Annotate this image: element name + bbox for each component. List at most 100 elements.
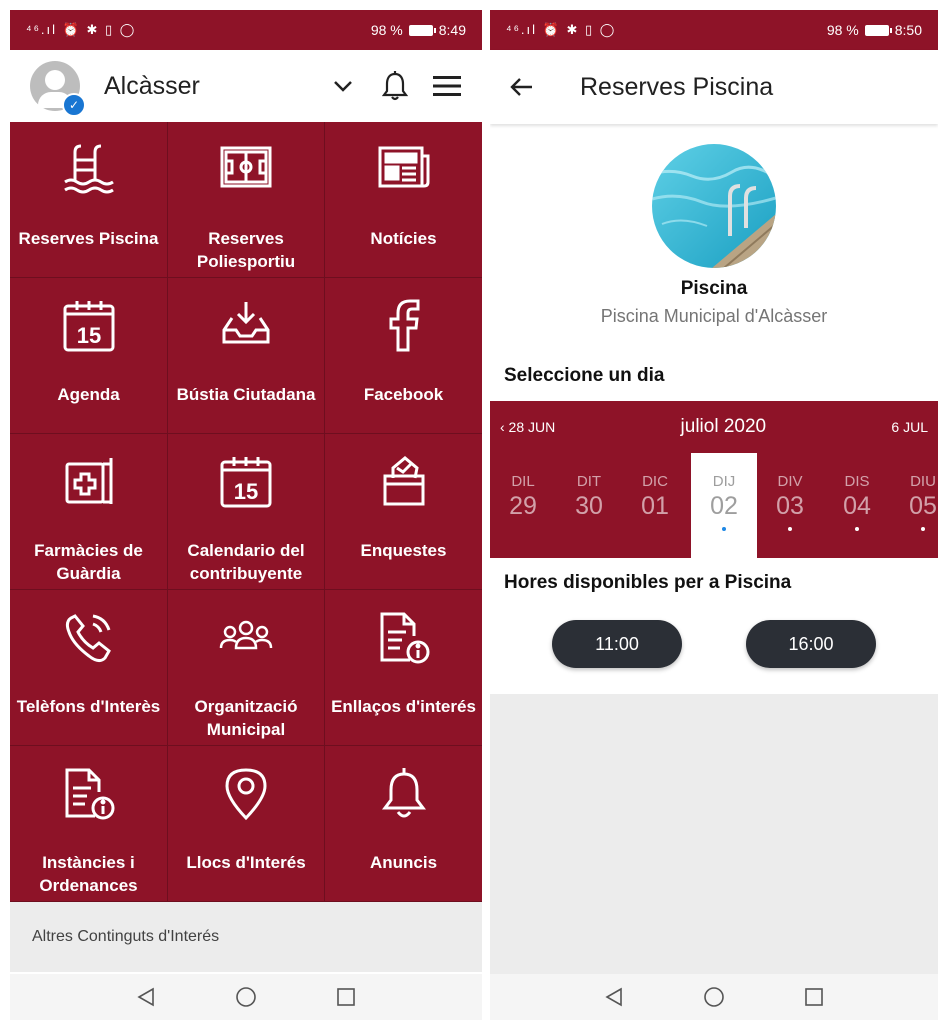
tile-label: Organització Municipal — [194, 697, 298, 739]
booking-screen: ⁴⁶.ıl ⏰ ✱ ▯ ◯ 98 % 8:50 Reserves Piscina — [490, 10, 938, 1020]
tile-agenda[interactable]: 15 Agenda — [10, 278, 168, 434]
date-picker: ‹ 28 JUN juliol 2020 6 JUL DIL 29 DIT 30… — [490, 401, 938, 558]
bell-icon[interactable] — [380, 71, 410, 101]
document-info-icon — [325, 610, 482, 666]
system-nav-bar — [10, 974, 482, 1020]
tile-label: Notícies — [370, 229, 437, 248]
availability-dot — [855, 527, 859, 531]
other-content-heading: Altres Continguts d'Interés — [10, 902, 482, 972]
time-slot-button[interactable]: 11:00 — [552, 620, 682, 668]
inbox-tray-icon — [168, 298, 324, 348]
status-icons: ⁴⁶.ıl ⏰ ✱ ▯ ◯ — [506, 22, 617, 37]
tile-reserves-poliesportiu[interactable]: Reserves Poliesportiu — [168, 122, 325, 278]
tile-label: Facebook — [363, 385, 444, 404]
calendar-15-icon: 15 — [10, 298, 167, 354]
select-day-heading: Seleccione un dia — [504, 365, 665, 386]
clock: 8:50 — [894, 22, 922, 38]
day-01[interactable]: DIC 01 — [622, 453, 688, 558]
chevron-down-icon[interactable] — [328, 71, 358, 101]
tile-label: Agenda — [57, 385, 120, 404]
app-header: ✓ Alcàsser — [10, 50, 482, 122]
tile-facebook[interactable]: Facebook — [325, 278, 482, 434]
day-05[interactable]: DIU 05 — [890, 453, 938, 558]
page-title: Reserves Piscina — [580, 72, 774, 101]
tile-instancies-ordenances[interactable]: Instàncies i Ordenances — [10, 746, 168, 902]
tile-bustia-ciutadana[interactable]: Bústia Ciutadana — [168, 278, 325, 434]
app-header: Reserves Piscina — [490, 50, 938, 124]
tile-farmacies-de-guardia[interactable]: Farmàcies de Guàrdia — [10, 434, 168, 590]
calendar-15-icon: 15 — [168, 454, 324, 510]
newspaper-icon — [325, 142, 482, 192]
home-circle-icon[interactable] — [694, 977, 734, 1017]
next-week-button[interactable]: 6 JUL — [891, 419, 928, 435]
previous-week-button[interactable]: ‹ 28 JUN — [500, 419, 555, 435]
venue-name: Piscina — [680, 278, 748, 299]
ballot-box-icon — [325, 454, 482, 508]
tile-anuncis[interactable]: Anuncis — [325, 746, 482, 902]
status-bar: ⁴⁶.ıl ⏰ ✱ ▯ ◯ 98 % 8:49 — [10, 10, 482, 50]
available-hours-section: Hores disponibles per a Piscina 11:00 16… — [490, 558, 938, 668]
tile-label: Telèfons d'Interès — [16, 697, 161, 716]
tile-label: Reserves Poliesportiu — [196, 229, 296, 271]
day-03[interactable]: DIV 03 — [757, 453, 823, 558]
battery-icon — [408, 24, 436, 36]
tile-reserves-piscina[interactable]: Reserves Piscina — [10, 122, 168, 278]
tile-label: Farmàcies de Guàrdia — [34, 541, 143, 583]
availability-dot — [788, 527, 792, 531]
recents-square-icon[interactable] — [326, 977, 366, 1017]
group-icon — [168, 610, 324, 660]
tile-label: Enquestes — [360, 541, 447, 560]
venue-subtitle: Piscina Municipal d'Alcàsser — [600, 306, 828, 326]
location-pin-icon — [168, 766, 324, 822]
back-triangle-icon[interactable] — [126, 977, 166, 1017]
home-circle-icon[interactable] — [226, 977, 266, 1017]
battery-percent: 98 % — [826, 22, 859, 38]
avatar[interactable]: ✓ — [30, 61, 86, 117]
day-02-selected[interactable]: DIJ 02 — [691, 453, 757, 558]
tile-enquestes[interactable]: Enquestes — [325, 434, 482, 590]
availability-dot — [722, 527, 726, 531]
phone-icon — [10, 610, 167, 666]
tile-telefons-interes[interactable]: Telèfons d'Interès — [10, 590, 168, 746]
back-triangle-icon[interactable] — [594, 977, 634, 1017]
day-29[interactable]: DIL 29 — [490, 453, 556, 558]
pool-ladder-icon — [10, 142, 167, 196]
svg-text:15: 15 — [76, 323, 100, 348]
tile-label: Reserves Piscina — [18, 229, 159, 248]
tile-organitzacio-municipal[interactable]: Organització Municipal — [168, 590, 325, 746]
availability-dot — [921, 527, 925, 531]
day-30[interactable]: DIT 30 — [556, 453, 622, 558]
tile-label: Instàncies i Ordenances — [39, 853, 138, 895]
status-bar: ⁴⁶.ıl ⏰ ✱ ▯ ◯ 98 % 8:50 — [490, 10, 938, 50]
status-icons: ⁴⁶.ıl ⏰ ✱ ▯ ◯ — [26, 22, 137, 37]
sports-field-icon — [168, 142, 324, 192]
calendar-month: juliol 2020 — [680, 416, 767, 437]
day-strip: DIL 29 DIT 30 DIC 01 DIJ 02 DIV 03 DIS 0… — [490, 453, 938, 558]
verified-check-icon: ✓ — [62, 93, 86, 117]
tile-llocs-interes[interactable]: Llocs d'Interés — [168, 746, 325, 902]
time-slot-button[interactable]: 16:00 — [746, 620, 876, 668]
tile-noticies[interactable]: Notícies — [325, 122, 482, 278]
day-04[interactable]: DIS 04 — [824, 453, 890, 558]
document-info-icon — [10, 766, 167, 822]
tile-label: Llocs d'Interés — [186, 853, 306, 872]
tile-label: Enllaços d'interés — [331, 697, 476, 716]
tile-enllacos-interes[interactable]: Enllaços d'interés — [325, 590, 482, 746]
services-grid: Reserves Piscina Reserves Poliesportiu N… — [10, 122, 482, 902]
tile-label: Calendario del contribuyente — [187, 541, 305, 583]
available-hours-heading: Hores disponibles per a Piscina — [504, 572, 792, 593]
battery-percent: 98 % — [370, 22, 403, 38]
facebook-icon — [325, 298, 482, 354]
back-arrow-icon[interactable] — [510, 74, 536, 100]
battery-icon — [864, 24, 892, 36]
tile-label: Bústia Ciutadana — [176, 385, 316, 404]
empty-content-area — [490, 694, 938, 974]
recents-square-icon[interactable] — [794, 977, 834, 1017]
menu-icon[interactable] — [432, 71, 462, 101]
clock: 8:49 — [438, 22, 466, 38]
town-title: Alcàsser — [104, 71, 200, 100]
tile-label: Anuncis — [369, 853, 438, 872]
pool-image — [652, 144, 776, 268]
tile-calendario-contribuyente[interactable]: 15 Calendario del contribuyente — [168, 434, 325, 590]
home-screen: ⁴⁶.ıl ⏰ ✱ ▯ ◯ 98 % 8:49 ✓ Alcàsser Reser… — [10, 10, 482, 1020]
